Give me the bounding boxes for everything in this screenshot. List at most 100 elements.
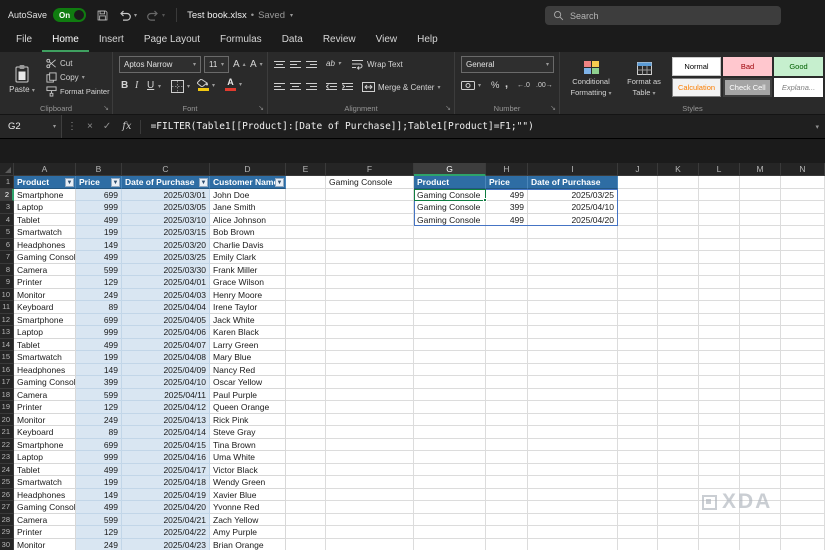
row-header-3[interactable]: 3 xyxy=(0,201,14,214)
cell-B2[interactable]: 699 xyxy=(76,188,122,201)
align-right-button[interactable] xyxy=(306,82,318,92)
font-size-combo[interactable]: 11 ▾ xyxy=(204,56,229,73)
cell-D21[interactable]: Steve Gray xyxy=(210,426,286,439)
row-header-15[interactable]: 15 xyxy=(0,351,14,364)
column-header-J[interactable]: J xyxy=(618,163,658,176)
cell-style-bad[interactable]: Bad xyxy=(723,57,772,76)
cell-D29[interactable]: Amy Purple xyxy=(210,526,286,539)
cell-A9[interactable]: Printer xyxy=(14,276,76,289)
format-as-table-button[interactable]: Format as Table ▾ xyxy=(620,55,668,103)
cell-D18[interactable]: Paul Purple xyxy=(210,388,286,401)
cell-A7[interactable]: Gaming Console xyxy=(14,251,76,264)
cell-A12[interactable]: Smartphone xyxy=(14,313,76,326)
cell-C21[interactable]: 2025/04/14 xyxy=(122,426,210,439)
cell-D6[interactable]: Charlie Davis xyxy=(210,238,286,251)
document-title-menu[interactable]: Test book.xlsx • Saved ▾ xyxy=(187,10,293,21)
cell-D1[interactable]: Customer Name ▼ xyxy=(210,176,286,189)
underline-dropdown-icon[interactable]: ▾ xyxy=(158,83,161,90)
cell-B21[interactable]: 89 xyxy=(76,426,122,439)
top-align-button[interactable] xyxy=(274,60,286,70)
cell-D11[interactable]: Irene Taylor xyxy=(210,301,286,314)
row-header-7[interactable]: 7 xyxy=(0,251,14,264)
copy-dropdown-icon[interactable]: ▾ xyxy=(82,74,85,81)
underline-button[interactable]: U xyxy=(147,80,154,91)
cell-D16[interactable]: Nancy Red xyxy=(210,363,286,376)
cell-C19[interactable]: 2025/04/12 xyxy=(122,401,210,414)
orientation-button[interactable]: ab ▾ xyxy=(326,59,341,68)
increase-decimal-button[interactable]: ←.0 xyxy=(517,82,530,89)
cell-B14[interactable]: 499 xyxy=(76,338,122,351)
cell-B8[interactable]: 599 xyxy=(76,263,122,276)
row-header-29[interactable]: 29 xyxy=(0,526,14,539)
cell-D9[interactable]: Grace Wilson xyxy=(210,276,286,289)
row-header-19[interactable]: 19 xyxy=(0,401,14,414)
cell-B3[interactable]: 999 xyxy=(76,201,122,214)
font-name-combo[interactable]: Aptos Narrow ▾ xyxy=(119,56,201,73)
alignment-dialog-launcher[interactable]: ↘ xyxy=(445,105,451,112)
cell-C26[interactable]: 2025/04/19 xyxy=(122,488,210,501)
align-left-button[interactable] xyxy=(274,82,286,92)
decrease-indent-button[interactable] xyxy=(326,82,338,92)
row-header-14[interactable]: 14 xyxy=(0,338,14,351)
cell-A5[interactable]: Smartwatch xyxy=(14,226,76,239)
save-button[interactable] xyxy=(96,9,109,22)
clipboard-dialog-launcher[interactable]: ↘ xyxy=(103,105,109,112)
align-center-button[interactable] xyxy=(290,82,302,92)
row-header-16[interactable]: 16 xyxy=(0,363,14,376)
cell-G2[interactable]: Gaming Console xyxy=(414,188,486,201)
increase-indent-button[interactable] xyxy=(342,82,354,92)
column-header-E[interactable]: E xyxy=(286,163,326,176)
row-header-9[interactable]: 9 xyxy=(0,276,14,289)
paste-dropdown-icon[interactable]: ▾ xyxy=(32,88,35,94)
tab-help[interactable]: Help xyxy=(407,30,448,52)
cell-D17[interactable]: Oscar Yellow xyxy=(210,376,286,389)
accounting-format-button[interactable]: ▾ xyxy=(461,81,481,90)
cell-D19[interactable]: Queen Orange xyxy=(210,401,286,414)
cell-C2[interactable]: 2025/03/01 xyxy=(122,188,210,201)
row-header-30[interactable]: 30 xyxy=(0,538,14,550)
row-header-2[interactable]: 2 xyxy=(0,188,14,201)
filter-dropdown-icon[interactable]: ▼ xyxy=(111,177,120,187)
cell-D13[interactable]: Karen Black xyxy=(210,326,286,339)
cell-I1[interactable]: Date of Purchase xyxy=(528,176,618,189)
cell-C11[interactable]: 2025/04/04 xyxy=(122,301,210,314)
cell-D15[interactable]: Mary Blue xyxy=(210,351,286,364)
borders-button[interactable]: ▾ xyxy=(171,80,190,93)
cell-I2[interactable]: 2025/03/25 xyxy=(528,188,618,201)
cell-B1[interactable]: Price ▼ xyxy=(76,176,122,189)
column-header-M[interactable]: M xyxy=(740,163,781,176)
wrap-text-button[interactable]: Wrap Text xyxy=(352,59,403,70)
bottom-align-button[interactable] xyxy=(306,60,318,70)
copy-button[interactable]: Copy ▾ xyxy=(46,72,85,83)
cell-C29[interactable]: 2025/04/22 xyxy=(122,526,210,539)
undo-button[interactable]: ▾ xyxy=(118,9,137,21)
cell-C1[interactable]: Date of Purchase ▼ xyxy=(122,176,210,189)
cell-C14[interactable]: 2025/04/07 xyxy=(122,338,210,351)
cell-A4[interactable]: Tablet xyxy=(14,213,76,226)
cell-A21[interactable]: Keyboard xyxy=(14,426,76,439)
cell-D8[interactable]: Frank Miller xyxy=(210,263,286,276)
tab-page-layout[interactable]: Page Layout xyxy=(134,30,210,52)
cell-H1[interactable]: Price xyxy=(486,176,528,189)
row-header-13[interactable]: 13 xyxy=(0,326,14,339)
cell-B25[interactable]: 199 xyxy=(76,476,122,489)
column-header-L[interactable]: L xyxy=(699,163,740,176)
cell-H4[interactable]: 499 xyxy=(486,213,528,226)
column-header-A[interactable]: A xyxy=(14,163,76,176)
cell-C23[interactable]: 2025/04/16 xyxy=(122,451,210,464)
cell-B5[interactable]: 199 xyxy=(76,226,122,239)
tab-data[interactable]: Data xyxy=(272,30,313,52)
column-header-N[interactable]: N xyxy=(781,163,825,176)
cell-A24[interactable]: Tablet xyxy=(14,463,76,476)
name-box[interactable]: G2 ▾ xyxy=(0,115,62,138)
cell-style-normal[interactable]: Normal xyxy=(672,57,721,76)
cell-A17[interactable]: Gaming Console xyxy=(14,376,76,389)
cell-D28[interactable]: Zach Yellow xyxy=(210,513,286,526)
cell-A20[interactable]: Monitor xyxy=(14,413,76,426)
comma-style-button[interactable]: , xyxy=(505,78,508,90)
column-header-H[interactable]: H xyxy=(486,163,528,176)
format-painter-button[interactable]: Format Painter xyxy=(46,86,110,97)
cell-B22[interactable]: 699 xyxy=(76,438,122,451)
italic-button[interactable]: I xyxy=(135,80,138,91)
cell-D4[interactable]: Alice Johnson xyxy=(210,213,286,226)
